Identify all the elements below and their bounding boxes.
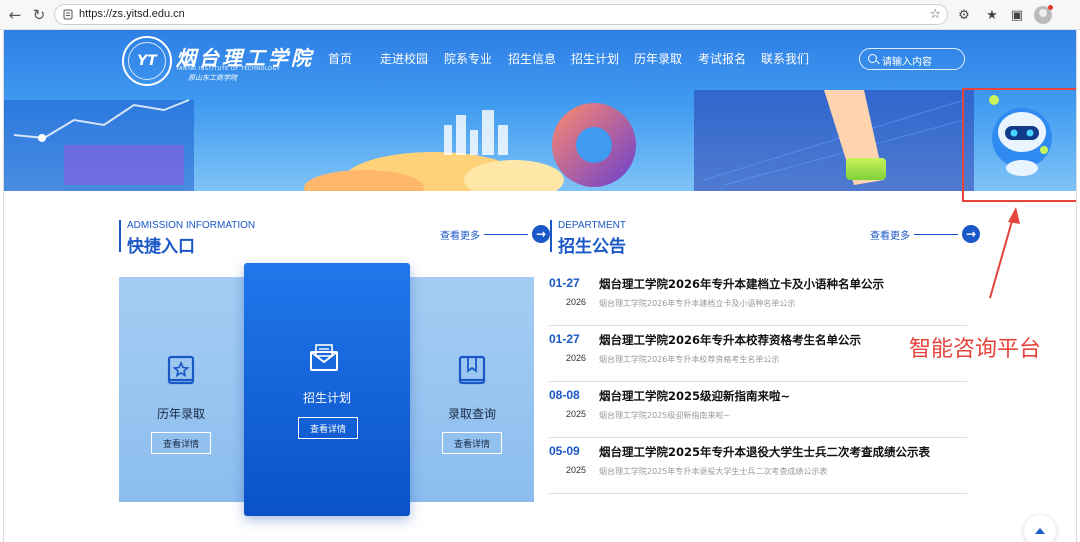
- view-details-button[interactable]: 查看详情: [298, 417, 358, 439]
- quick-entry-cards: 历年录取 查看详情 录取查询 查看详情 招生计划 查看详情: [119, 263, 534, 516]
- quick-entry-en-title: ADMISSION INFORMATION: [127, 220, 256, 231]
- nav-plan[interactable]: 招生计划: [571, 50, 619, 67]
- notice-title[interactable]: 烟台理工学院2026年专升本校荐资格考生名单公示: [599, 332, 861, 348]
- hero-banner: YT 烟台理工学院 YANTAI INSTITUTE OF TECHNOLOGY…: [4, 30, 1076, 191]
- card-label: 招生计划: [302, 391, 351, 405]
- notices-header: DEPARTMENT 招生公告: [550, 220, 750, 257]
- view-details-button[interactable]: 查看详情: [151, 432, 211, 454]
- section-bar: [550, 220, 552, 252]
- nav-admission[interactable]: 招生信息: [508, 50, 556, 67]
- notice-item[interactable]: 05-09 2025 烟台理工学院2025年专升本退役大学生士兵二次考查成绩公示…: [549, 438, 967, 494]
- arrow-right-icon[interactable]: →: [962, 225, 980, 243]
- notice-year: 2026: [566, 353, 587, 363]
- notice-date: 01-27: [549, 276, 580, 290]
- url-text[interactable]: https://zs.yitsd.edu.cn: [79, 8, 185, 20]
- notices-title: 招生公告: [558, 237, 626, 257]
- favorites-icon[interactable]: ★: [983, 6, 1001, 24]
- notice-date: 05-09: [549, 444, 580, 458]
- search-icon[interactable]: [868, 54, 877, 63]
- address-bar[interactable]: https://zs.yitsd.edu.cn ☆: [54, 4, 948, 25]
- card-admission-query[interactable]: 录取查询 查看详情: [410, 277, 534, 502]
- notice-summary: 烟台理工学院2026年专升本校荐资格考生名单公示: [599, 355, 780, 364]
- arrow-right-icon[interactable]: →: [532, 225, 550, 243]
- notice-summary: 烟台理工学院2026年专升本建档立卡及小语种名单公示: [599, 299, 796, 308]
- more-text[interactable]: 查看更多: [870, 227, 910, 242]
- more-line: [484, 233, 528, 235]
- nav-contact[interactable]: 联系我们: [761, 50, 809, 67]
- notice-item[interactable]: 08-08 2025 烟台理工学院2025级迎新指南来啦~ 烟台理工学院2025…: [549, 382, 967, 438]
- view-details-button[interactable]: 查看详情: [442, 432, 502, 454]
- quick-entry-title: 快捷入口: [127, 237, 195, 257]
- notice-summary: 烟台理工学院2025级迎新指南来啦~: [599, 411, 731, 420]
- search-box[interactable]: 请输入内容: [859, 48, 965, 70]
- card-history-admission[interactable]: 历年录取 查看详情: [119, 277, 243, 502]
- logo-former-name: 原山东工商学院: [188, 74, 237, 82]
- notice-summary: 烟台理工学院2025年专升本退役大学生士兵二次考查成绩公示表: [599, 467, 828, 476]
- favorite-star-icon[interactable]: ☆: [929, 7, 941, 22]
- notice-title[interactable]: 烟台理工学院2025级迎新指南来啦~: [599, 388, 790, 404]
- browser-toolbar: ← ↻ https://zs.yitsd.edu.cn ☆ ⚙ ★ ▣: [0, 0, 1080, 30]
- more-text[interactable]: 查看更多: [440, 227, 480, 242]
- notice-item[interactable]: 01-27 2026 烟台理工学院2026年专升本校荐资格考生名单公示 烟台理工…: [549, 326, 967, 382]
- annotation-label: 智能咨询平台: [909, 337, 1042, 362]
- notice-year: 2025: [566, 409, 587, 419]
- nav-home[interactable]: 首页: [328, 50, 352, 67]
- back-to-top-button[interactable]: [1024, 515, 1056, 542]
- notice-title[interactable]: 烟台理工学院2026年专升本建档立卡及小语种名单公示: [599, 276, 884, 292]
- notice-date: 08-08: [549, 388, 580, 402]
- notice-item[interactable]: 01-27 2026 烟台理工学院2026年专升本建档立卡及小语种名单公示 烟台…: [549, 270, 967, 326]
- more-line: [914, 233, 958, 235]
- web-page: YT 烟台理工学院 YANTAI INSTITUTE OF TECHNOLOGY…: [3, 30, 1077, 542]
- reload-icon[interactable]: ↻: [29, 5, 49, 25]
- notice-year: 2026: [566, 297, 587, 307]
- star-book-icon: [167, 355, 195, 385]
- logo-english-name: YANTAI INSTITUTE OF TECHNOLOGY: [176, 66, 281, 72]
- notices-more-link[interactable]: 查看更多 →: [870, 225, 980, 243]
- quick-entry-header: ADMISSION INFORMATION 快捷入口: [119, 220, 319, 257]
- quick-more-link[interactable]: 查看更多 →: [440, 225, 550, 243]
- notice-year: 2025: [566, 465, 587, 475]
- section-bar: [119, 220, 121, 252]
- nav-exam[interactable]: 考试报名: [698, 50, 746, 67]
- site-info-icon[interactable]: [63, 9, 73, 20]
- notice-date: 01-27: [549, 332, 580, 346]
- extensions-icon[interactable]: ⚙: [955, 6, 973, 24]
- mail-icon: [310, 344, 338, 371]
- nav-history[interactable]: 历年录取: [634, 50, 682, 67]
- collections-icon[interactable]: ▣: [1008, 6, 1026, 24]
- card-label: 录取查询: [447, 407, 496, 421]
- nav-campus[interactable]: 走进校园: [380, 50, 428, 67]
- back-icon[interactable]: ←: [5, 5, 25, 25]
- school-logo[interactable]: YT: [122, 36, 172, 86]
- bookmark-book-icon: [458, 355, 486, 385]
- ai-consult-highlight[interactable]: [962, 88, 1076, 202]
- card-admission-plan[interactable]: 招生计划 查看详情: [244, 263, 410, 516]
- nav-departments[interactable]: 院系专业: [444, 50, 492, 67]
- notification-dot: [1048, 5, 1053, 10]
- search-input[interactable]: 请输入内容: [882, 53, 932, 68]
- notice-title[interactable]: 烟台理工学院2025年专升本退役大学生士兵二次考查成绩公示表: [599, 444, 930, 460]
- notices-en-title: DEPARTMENT: [558, 220, 626, 231]
- logo-emblem-icon: YT: [128, 42, 166, 80]
- card-label: 历年录取: [156, 407, 205, 421]
